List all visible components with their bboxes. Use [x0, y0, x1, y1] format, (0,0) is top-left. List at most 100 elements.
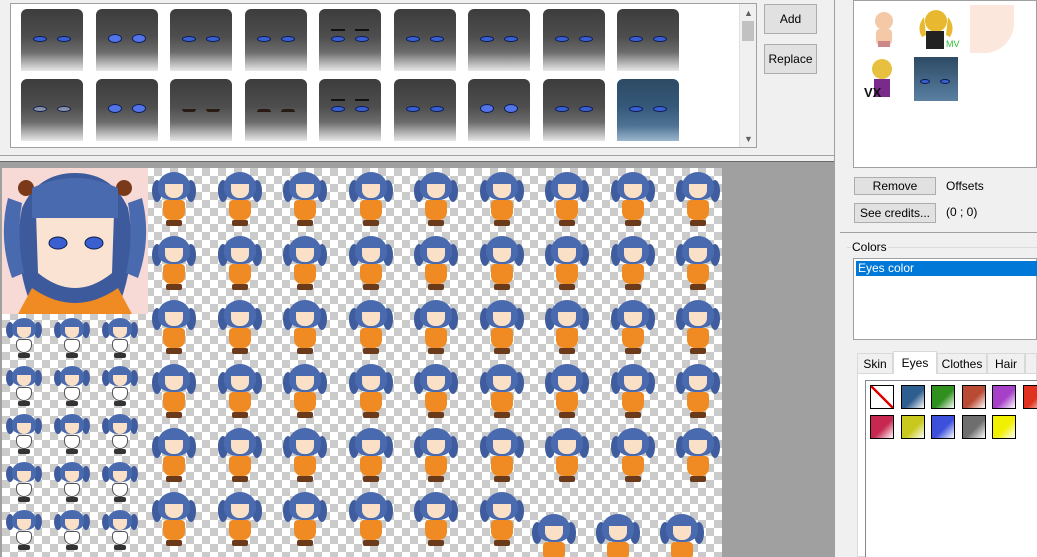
- face-part-thumb[interactable]: [542, 79, 605, 141]
- face-part-thumb[interactable]: [542, 9, 605, 71]
- face-part-thumb[interactable]: [170, 9, 232, 71]
- brow-icon: [331, 99, 345, 101]
- eye-icon: [480, 104, 494, 113]
- colors-list[interactable]: Eyes color: [853, 258, 1037, 340]
- selected-parts-list[interactable]: MV VX: [853, 0, 1037, 168]
- character-sprite: [545, 362, 589, 420]
- character-sprite: [545, 170, 589, 228]
- eye-icon: [131, 104, 146, 113]
- eye-icon: [940, 79, 950, 84]
- character-sprite: [152, 362, 196, 420]
- vertical-splitter[interactable]: [834, 0, 835, 557]
- face-part-thumb[interactable]: [468, 79, 530, 141]
- tab-next-partial[interactable]: [1025, 353, 1037, 373]
- character-sprite: [100, 508, 140, 552]
- character-sprite: [100, 316, 140, 360]
- character-sprite: [545, 426, 589, 484]
- color-swatch[interactable]: [992, 415, 1016, 439]
- face-part-thumb[interactable]: [244, 79, 307, 141]
- character-sprite: [596, 512, 640, 557]
- character-sprite: [660, 512, 704, 557]
- scroll-up-arrow[interactable]: ▲: [740, 4, 757, 21]
- eye-icon: [131, 34, 146, 43]
- color-swatch[interactable]: [992, 385, 1016, 409]
- tab-eyes[interactable]: Eyes: [893, 351, 937, 374]
- color-swatch[interactable]: [900, 385, 925, 409]
- swatch-list[interactable]: [865, 380, 1037, 557]
- character-sprite: [52, 364, 92, 408]
- see-credits-button[interactable]: See credits...: [854, 203, 936, 223]
- eye-icon: [504, 36, 518, 42]
- character-sprite: [100, 364, 140, 408]
- character-sprite: [100, 412, 140, 456]
- eye-icon: [405, 36, 420, 42]
- character-sprite: [4, 508, 44, 552]
- part-eyes-thumb[interactable]: [914, 57, 958, 101]
- character-sprite: [610, 170, 655, 228]
- character-sprite: [479, 490, 524, 548]
- face-part-thumb[interactable]: [21, 79, 83, 141]
- face-part-thumb[interactable]: [170, 79, 232, 141]
- character-sprite: [152, 170, 196, 228]
- character-sprite: [217, 234, 262, 292]
- character-sprite: [348, 426, 393, 484]
- eye-icon: [920, 79, 930, 84]
- color-category-tabs: Skin Eyes Clothes Hair: [857, 351, 1037, 374]
- colors-group: Colors Eyes color: [847, 240, 1037, 344]
- character-sprite: [414, 298, 458, 356]
- eye-icon: [653, 106, 667, 112]
- character-sprite: [52, 412, 92, 456]
- tab-skin[interactable]: Skin: [857, 353, 893, 373]
- scroll-down-arrow[interactable]: ▼: [740, 130, 757, 147]
- character-sprite: [100, 460, 140, 504]
- color-swatch[interactable]: [870, 415, 894, 439]
- tab-clothes[interactable]: Clothes: [937, 353, 987, 373]
- eyes-tab-page: [857, 373, 1037, 557]
- color-swatch[interactable]: [931, 385, 955, 409]
- character-sprite: [676, 234, 720, 292]
- color-swatch[interactable]: [900, 415, 925, 439]
- face-part-thumb[interactable]: [95, 9, 158, 71]
- character-sprite: [610, 298, 655, 356]
- color-swatch[interactable]: [961, 385, 986, 409]
- color-swatch[interactable]: [961, 415, 986, 439]
- face-part-thumb[interactable]: [617, 79, 679, 141]
- eye-icon: [504, 104, 518, 113]
- face-part-thumb[interactable]: [393, 9, 456, 71]
- no-color-swatch[interactable]: [870, 385, 894, 409]
- face-part-thumb[interactable]: [393, 79, 456, 141]
- character-sprite: [217, 490, 262, 548]
- face-part-thumb[interactable]: [468, 9, 530, 71]
- eye-icon: [331, 36, 345, 42]
- part-body-thumb[interactable]: [862, 7, 906, 51]
- face-part-thumb[interactable]: [319, 79, 381, 141]
- face-parts-scrollbar[interactable]: ▲ ▼: [739, 4, 756, 147]
- replace-button[interactable]: Replace: [764, 44, 817, 74]
- color-swatch[interactable]: [931, 415, 955, 439]
- face-part-thumb[interactable]: [617, 9, 679, 71]
- right-splitter-line: [840, 232, 1037, 233]
- eye-icon: [355, 106, 369, 112]
- eye-icon: [33, 36, 47, 42]
- face-parts-list[interactable]: ▲ ▼: [10, 3, 757, 148]
- eye-icon: [554, 36, 569, 42]
- character-sprite: [532, 512, 576, 557]
- colors-list-item-eyes-color[interactable]: Eyes color: [856, 261, 1037, 276]
- part-face-skin-thumb[interactable]: [970, 5, 1014, 53]
- tab-hair[interactable]: Hair: [987, 353, 1025, 373]
- color-swatch[interactable]: [1022, 385, 1037, 409]
- remove-button[interactable]: Remove: [854, 177, 936, 195]
- character-sprite: [283, 490, 327, 548]
- brow-icon: [355, 29, 369, 31]
- face-part-thumb[interactable]: [319, 9, 381, 71]
- eye-icon: [57, 106, 71, 112]
- part-mv-hair-thumb[interactable]: MV: [916, 7, 960, 51]
- add-button[interactable]: Add: [764, 4, 817, 34]
- scroll-thumb[interactable]: [742, 21, 754, 41]
- face-part-thumb[interactable]: [95, 79, 158, 141]
- sprite-sheet-canvas: [2, 168, 722, 557]
- face-part-thumb[interactable]: [244, 9, 307, 71]
- face-part-thumb[interactable]: [21, 9, 83, 71]
- part-vx-hair-thumb[interactable]: VX: [862, 57, 906, 101]
- offsets-label: Offsets: [946, 179, 984, 193]
